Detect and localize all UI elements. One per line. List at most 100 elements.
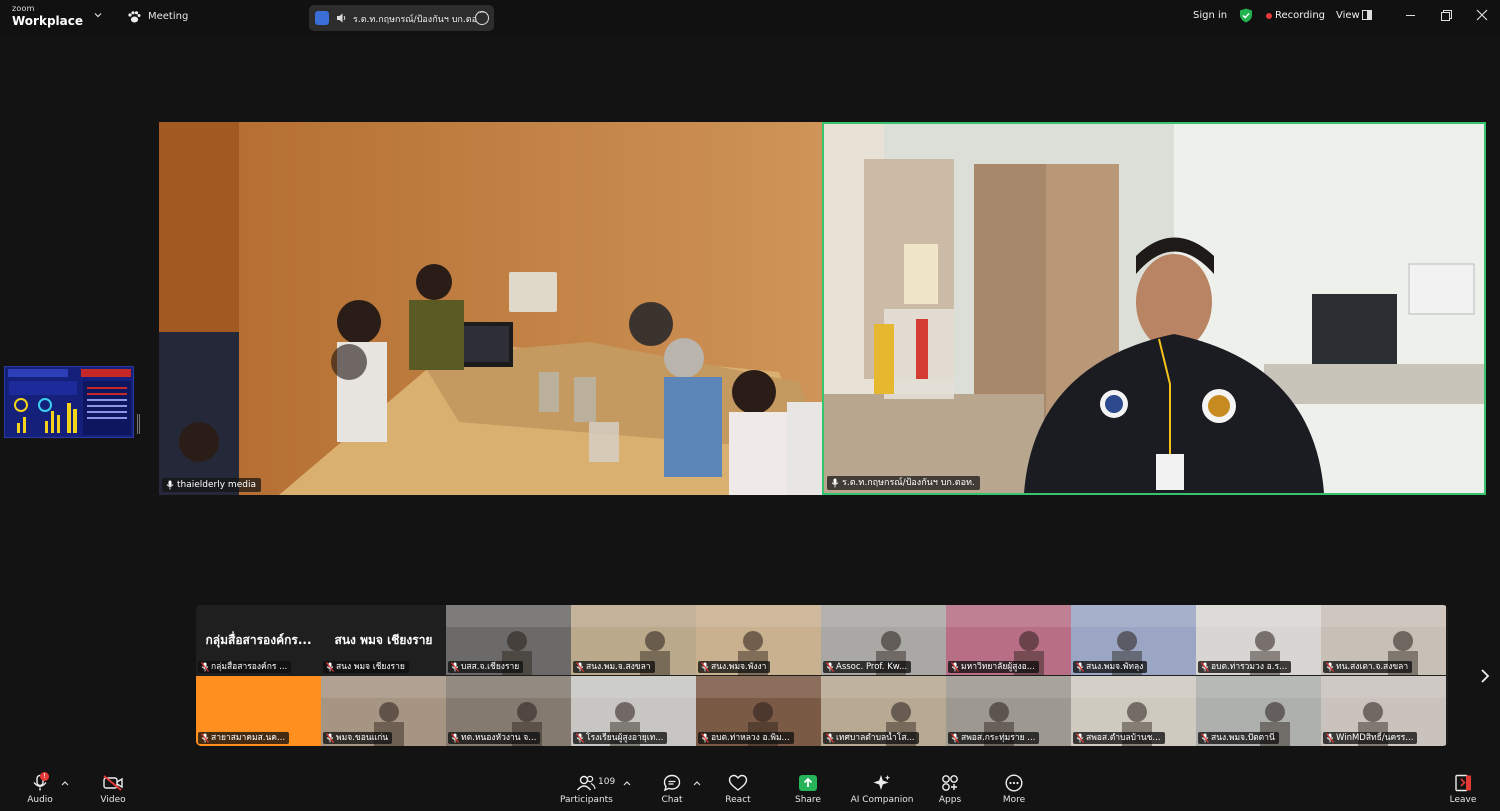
participant-name-tag: สนง พมจ เชียงราย [323,661,409,673]
more-dots-icon [1005,774,1023,792]
ai-companion-button[interactable]: AI Companion [848,774,916,805]
apps-label: Apps [938,795,962,805]
restore-window-icon[interactable] [1441,10,1452,21]
shared-screen-thumbnail[interactable] [4,366,134,438]
participant-name: โรงเรียนผู้สูงอายุเท... [586,733,664,743]
muted-microphone-icon [451,662,459,672]
participant-name-tag: มหาวิทยาลัยผู้สูงอ... [948,661,1039,673]
participant-tile[interactable]: พมจ.ขอนแก่น [321,676,446,746]
more-options-icon[interactable] [475,8,489,25]
muted-microphone-icon [326,733,334,743]
participant-name: สนง พมจ เชียงราย [336,662,405,672]
participant-name-tag: ทต.หนองหัวงาน จ... [448,732,541,744]
participant-tile[interactable]: บสส.จ.เชียงราย [446,605,571,675]
participant-name: สนง.พมจ.ปัตตานี [1211,733,1275,743]
chat-bubble-icon [663,774,681,792]
participant-name: Assoc. Prof. Kw... [836,662,908,672]
participant-tile[interactable]: โรงเรียนผู้สูงอายุเท... [571,676,696,746]
paw-icon[interactable] [127,10,141,24]
participant-tile[interactable]: ทน.สงเตา.จ.สงขลา [1321,605,1446,675]
muted-microphone-icon [201,733,209,743]
react-button[interactable]: React [722,774,754,805]
video-tile-active-speaker[interactable]: ร.ต.ท.กฤษกรณ์/ป้องกันฯ บก.ตอท. [822,122,1486,495]
muted-microphone-icon [826,662,834,672]
participant-name: สพอส.ตำบลบ้านช... [1086,733,1161,743]
participant-name-tag: ร.ต.ท.กฤษกรณ์/ป้องกันฯ บก.ตอท. [827,476,980,490]
participant-name-tag: สพอส.กระทุ่มราย ... [948,732,1040,744]
participant-tile[interactable]: สนง.พมจ.พัทลุง [1071,605,1196,675]
recording-indicator[interactable]: Recording [1275,10,1325,21]
close-window-icon[interactable] [1476,9,1488,21]
office-camera-feed [824,124,1484,493]
participant-tile[interactable]: สายาสมาคมส.นค... [196,676,321,746]
video-button[interactable]: Video [96,774,130,805]
participant-tile[interactable]: กลุ่มสื่อสารองค์กร... กลุ่มสื่อสารองค์กร … [196,605,321,675]
video-off-icon [103,775,123,791]
panel-resize-handle[interactable] [137,414,140,434]
view-grid-icon[interactable] [1362,10,1372,20]
participant-tile[interactable]: อบต.ท่าหลวง อ.พิม... [696,676,821,746]
react-label: React [725,795,751,805]
dashboard-graphic-icon [9,381,131,435]
participant-name-tag: สนง.พม.จ.สงขลา [573,661,655,673]
participant-name-tag: กลุ่มสื่อสารองค์กร ... [198,661,292,673]
view-button[interactable]: View [1336,10,1360,21]
leave-button[interactable]: Leave [1448,774,1478,805]
participant-tile[interactable]: สนง.พมจ.พังงา [696,605,821,675]
meeting-controls-toolbar: Audio Video Participants Chat React Shar… [0,766,1500,811]
chat-options-caret-icon[interactable] [693,780,701,786]
participant-display-name: กลุ่มสื่อสารองค์กร... [205,633,312,647]
active-speaker-pill[interactable]: ร.ต.ท.กฤษกรณ์/ป้องกันฯ บก.ตอ [309,5,494,31]
muted-microphone-icon [826,733,834,743]
participants-options-caret-icon[interactable] [623,780,631,786]
share-button[interactable]: Share [792,774,824,805]
participant-name: มหาวิทยาลัยผู้สูงอ... [961,662,1035,672]
muted-microphone-icon [701,733,709,743]
more-label: More [1002,795,1026,805]
participant-name-tag: อบต.ท่าหลวง อ.พิม... [698,732,794,744]
apps-button[interactable]: Apps [936,774,964,805]
participant-tile[interactable]: สนง.พมจ.ปัตตานี [1196,676,1321,746]
muted-microphone-icon [201,662,209,672]
apps-icon [942,775,958,791]
participant-tile[interactable]: สนง พมจ เชียงราย สนง พมจ เชียงราย [321,605,446,675]
chat-button[interactable]: Chat [658,774,686,805]
participant-tile[interactable]: มหาวิทยาลัยผู้สูงอ... [946,605,1071,675]
participant-name-tag: Assoc. Prof. Kw... [823,661,912,673]
participant-tile[interactable]: สพอส.กระทุ่มราย ... [946,676,1071,746]
participant-tile[interactable]: สนง.พม.จ.สงขลา [571,605,696,675]
meeting-room-camera-feed [159,122,822,495]
minimize-window-icon[interactable] [1406,15,1415,16]
participant-name: ทต.หนองหัวงาน จ... [461,733,537,743]
participant-name: บสส.จ.เชียงราย [461,662,520,672]
participant-name: สนง.พมจ.พังงา [711,662,767,672]
participant-name-tag: ทน.สงเตา.จ.สงขลา [1323,661,1413,673]
leave-door-icon [1455,774,1471,792]
shield-check-icon[interactable] [1239,8,1253,23]
participant-name-tag: สพอส.ตำบลบ้านช... [1073,732,1165,744]
video-tile-thaielderly-media[interactable]: thaielderly media [159,122,822,495]
participant-tile[interactable]: Assoc. Prof. Kw... [821,605,946,675]
share-screen-icon [799,775,817,791]
participants-label: Participants [560,795,613,805]
more-button[interactable]: More [1000,774,1028,805]
muted-microphone-icon [701,662,709,672]
participant-tile[interactable]: เทศบาลตำบลน้ำโส... [821,676,946,746]
participant-tile[interactable]: ทต.หนองหัวงาน จ... [446,676,571,746]
meeting-tab[interactable]: Meeting [148,11,188,22]
sign-in-link[interactable]: Sign in [1193,10,1227,21]
brand-small: zoom [12,4,35,13]
participant-name-tag: พมจ.ขอนแก่น [323,732,393,744]
leave-label: Leave [1449,795,1477,805]
participant-tile[interactable]: สพอส.ตำบลบ้านช... [1071,676,1196,746]
participant-name-tag: สายาสมาคมส.นค... [198,732,290,744]
participant-name-tag: บสส.จ.เชียงราย [448,661,524,673]
participant-tile[interactable]: อบต.ท่ารวมวง อ.ร... [1196,605,1321,675]
participant-tile[interactable]: WinMDสิทธิ์/นครร... [1321,676,1446,746]
zoom-workplace-logo[interactable]: zoom Workplace [12,4,83,28]
chevron-down-icon[interactable] [94,11,102,19]
audio-options-caret-icon[interactable] [61,780,69,786]
participant-name: สนง.พมจ.พัทลุง [1086,662,1144,672]
chevron-right-icon[interactable] [1480,668,1490,684]
muted-microphone-icon [576,662,584,672]
